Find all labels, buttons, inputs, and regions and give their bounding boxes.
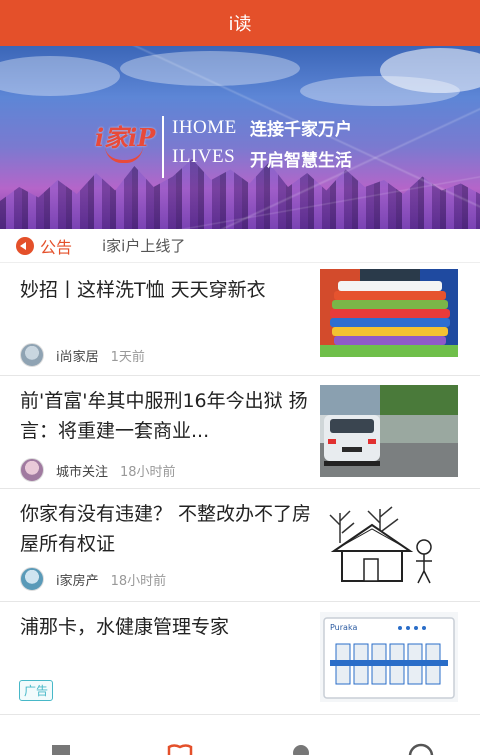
article-time: 18小时前	[110, 573, 167, 589]
banner-line1-en: IHOME	[172, 117, 237, 138]
app-header: i读	[0, 0, 480, 46]
announcement-text[interactable]: i家i户上线了	[102, 235, 185, 256]
source-avatar	[20, 343, 44, 367]
water-purifier-thumbnail: Puraka	[320, 612, 458, 702]
article-item[interactable]: 前'首富'牟其中服刑16年今出狱 扬言：将重建一套商业... 城市关注 18小时…	[0, 376, 480, 489]
source-avatar	[20, 567, 44, 591]
building-icon[interactable]	[48, 743, 74, 755]
article-source: i尚家居	[56, 349, 99, 365]
banner-line2-en: ILIVES	[172, 146, 236, 167]
article-time: 18小时前	[120, 464, 176, 480]
ad-badge: 广告	[19, 680, 54, 701]
cartoon-house-thumbnail	[320, 503, 458, 589]
article-time: 1天前	[110, 349, 145, 365]
article-source: i家房产	[56, 573, 99, 589]
article-title[interactable]: 妙招丨这样洗T恤 天天穿新衣	[20, 275, 312, 305]
article-title[interactable]: 你家有没有违建？ 不整改办不了房屋所有权证	[20, 499, 312, 559]
article-source: 城市关注	[56, 464, 109, 480]
police-car-thumbnail	[320, 385, 458, 477]
user-icon[interactable]	[408, 743, 434, 755]
bottom-tab-bar	[0, 739, 480, 755]
page-title: i读	[228, 14, 252, 35]
book-icon[interactable]	[167, 743, 193, 755]
announcement-label: 公告	[40, 237, 73, 257]
product-brand-text: Puraka	[330, 623, 357, 632]
speaker-icon	[16, 236, 34, 255]
article-title[interactable]: 前'首富'牟其中服刑16年今出狱 扬言：将重建一套商业...	[20, 386, 312, 446]
ad-item[interactable]: 浦那卡，水健康管理专家 广告 Puraka	[0, 602, 480, 715]
banner-line1-cn: 连接千家万户	[250, 120, 352, 140]
article-item[interactable]: 妙招丨这样洗T恤 天天穿新衣 i尚家居 1天前	[0, 263, 480, 376]
banner-line2-cn: 开启智慧生活	[250, 151, 352, 171]
source-avatar	[20, 458, 44, 482]
banner-carousel[interactable]: i家iP IHOME 连接千家万户 ILIVES 开启智慧生活	[0, 46, 480, 229]
ad-title[interactable]: 浦那卡，水健康管理专家	[20, 612, 312, 642]
article-item[interactable]: 你家有没有违建？ 不整改办不了房屋所有权证 i家房产 18小时前	[0, 489, 480, 602]
announcement-bar[interactable]: 公告 i家i户上线了	[0, 229, 480, 263]
people-icon[interactable]	[288, 743, 314, 755]
tshirts-thumbnail	[320, 269, 458, 357]
